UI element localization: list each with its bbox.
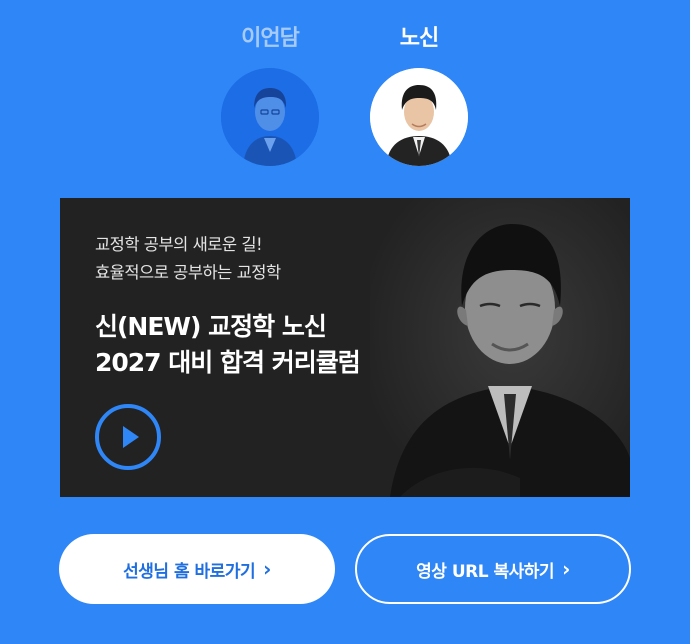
banner-title-line: 2027 대비 합격 커리큘럼 <box>95 348 361 377</box>
banner-subtitle-line: 교정학 공부의 새로운 길! <box>95 235 263 254</box>
teacher-tab-lee[interactable]: 이언담 <box>218 22 322 166</box>
chevron-right-icon: › <box>562 557 570 581</box>
avatar[interactable] <box>221 68 319 166</box>
teacher-portrait-icon <box>370 68 468 166</box>
teacher-tabs: 이언담 노신 <box>0 22 690 172</box>
teacher-home-button[interactable]: 선생님 홈 바로가기 › <box>59 534 335 604</box>
banner-title-line: 신(NEW) 교정학 노신 <box>95 312 327 341</box>
video-banner[interactable]: 교정학 공부의 새로운 길! 효율적으로 공부하는 교정학 신(NEW) 교정학… <box>60 198 630 497</box>
chevron-right-icon: › <box>263 557 271 581</box>
play-icon <box>123 426 139 448</box>
banner-subtitle: 교정학 공부의 새로운 길! 효율적으로 공부하는 교정학 <box>95 231 281 287</box>
banner-subtitle-line: 효율적으로 공부하는 교정학 <box>95 263 281 282</box>
teacher-portrait-icon <box>221 68 319 166</box>
teacher-name: 이언담 <box>241 26 300 51</box>
teacher-home-label: 선생님 홈 바로가기 <box>123 561 256 582</box>
banner-title: 신(NEW) 교정학 노신 2027 대비 합격 커리큘럼 <box>95 309 361 381</box>
play-button[interactable] <box>95 404 161 470</box>
teacher-name: 노신 <box>399 26 439 51</box>
avatar[interactable] <box>370 68 468 166</box>
teacher-banner-photo <box>370 198 630 497</box>
teacher-tab-no[interactable]: 노신 <box>367 22 471 166</box>
copy-video-url-label: 영상 URL 복사하기 <box>416 561 555 582</box>
copy-video-url-button[interactable]: 영상 URL 복사하기 › <box>355 534 631 604</box>
